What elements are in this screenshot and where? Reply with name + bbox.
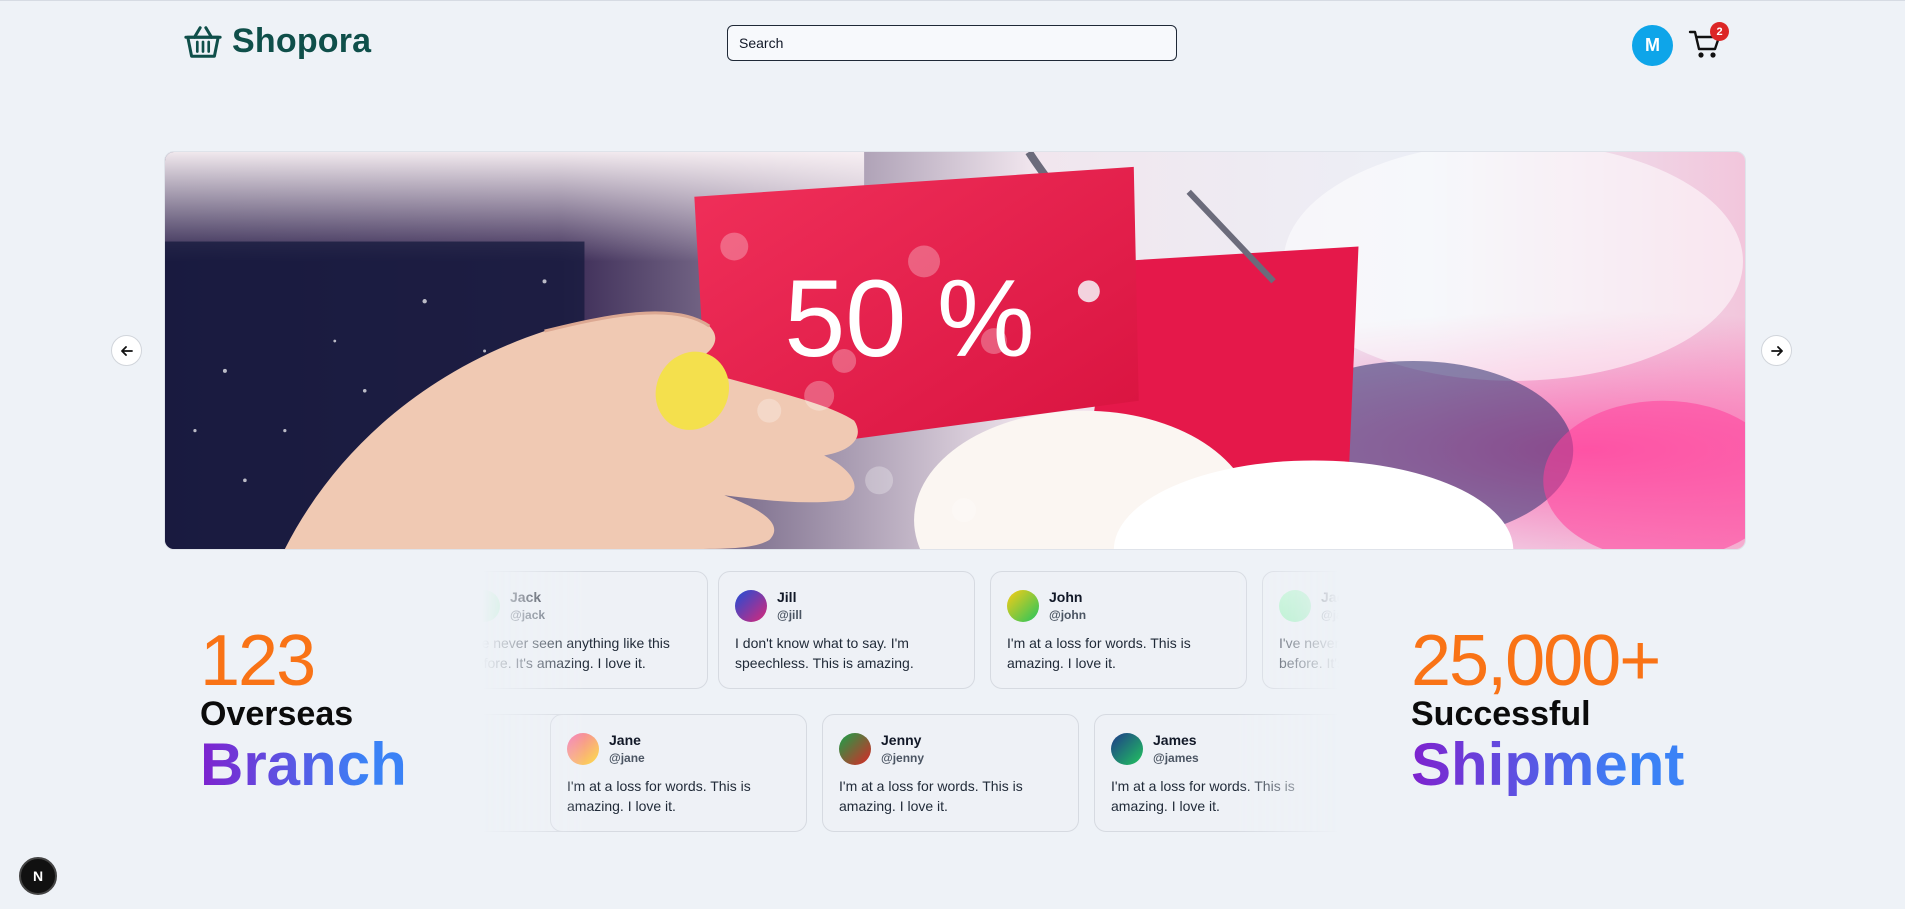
arrow-right-icon xyxy=(1770,345,1783,356)
brand-name: Shopora xyxy=(232,22,372,60)
testimonials-row-2: Jane @jane I'm at a loss for words. This… xyxy=(482,713,1339,833)
stat-number: 123 xyxy=(200,621,316,701)
stat-label: Successful xyxy=(1411,695,1591,733)
testimonials-row-1: Jack @jack I've never seen anything like… xyxy=(482,570,1339,690)
reviewer-handle: @jane xyxy=(609,751,645,765)
sale-tag-image: 50 % xyxy=(165,152,1745,549)
review-card[interactable]: James @james I'm at a loss for words. Th… xyxy=(1094,714,1339,832)
arrow-left-icon xyxy=(120,345,133,356)
review-text: I'm at a loss for words. This is amazing… xyxy=(1111,778,1295,814)
cart-count-badge: 2 xyxy=(1710,22,1729,41)
reviewer-name: Jenny xyxy=(881,732,922,748)
review-card[interactable]: Jack @jack I've never seen anything like… xyxy=(482,571,708,689)
brand-logo[interactable]: Shopora xyxy=(184,22,371,61)
review-card[interactable]: Jill @jill I don't know what to say. I'm… xyxy=(718,571,975,689)
cart-button[interactable]: 2 xyxy=(1688,22,1729,63)
carousel-next-button[interactable] xyxy=(1761,335,1792,366)
reviewer-avatar xyxy=(482,589,500,622)
stat-overseas-branch: 123 Overseas Branch xyxy=(200,625,407,796)
hero-banner[interactable]: 50 % xyxy=(164,151,1746,550)
reviewer-handle: @john xyxy=(1049,608,1087,622)
review-text: I'm at a loss for words. This is amazing… xyxy=(567,778,751,814)
testimonials-marquee: Jack @jack I've never seen anything like… xyxy=(482,570,1339,835)
review-card[interactable]: Jane @jane I'm at a loss for words. This… xyxy=(550,714,807,832)
review-card[interactable]: Jenny @jenny I'm at a loss for words. Th… xyxy=(822,714,1079,832)
reviewer-avatar xyxy=(839,732,871,765)
reviewer-name: Jane xyxy=(609,732,641,748)
review-text: I've never seen anything like this befor… xyxy=(1279,635,1339,671)
reviewer-handle: @jill xyxy=(777,608,803,622)
reviewer-name: John xyxy=(1049,589,1083,605)
stat-label: Overseas xyxy=(200,695,354,733)
reviewer-name: Jack xyxy=(1321,589,1339,605)
reviewer-handle: @jack xyxy=(510,608,546,622)
carousel-prev-button[interactable] xyxy=(111,335,142,366)
reviewer-avatar xyxy=(735,589,767,622)
stat-successful-shipment: 25,000+ Successful Shipment xyxy=(1411,625,1684,796)
reviewer-avatar xyxy=(1111,732,1143,765)
reviewer-name: James xyxy=(1153,732,1197,748)
reviewer-avatar xyxy=(567,732,599,765)
review-card[interactable]: John @john I'm at a loss for words. This… xyxy=(990,571,1247,689)
review-card[interactable]: Jack @jack I've never seen anything like… xyxy=(1262,571,1339,689)
reviewer-handle: @jack xyxy=(1321,608,1339,622)
reviewer-name: Jack xyxy=(510,589,542,605)
reviewer-handle: @james xyxy=(1153,751,1199,765)
site-header: Shopora M 2 xyxy=(0,0,1905,90)
reviewer-handle: @jenny xyxy=(881,751,925,765)
stat-number: 25,000+ xyxy=(1411,621,1661,701)
basket-icon xyxy=(184,25,222,58)
nextjs-devtools-button[interactable]: N xyxy=(19,857,57,895)
review-text: I'm at a loss for words. This is amazing… xyxy=(839,778,1023,814)
svg-text:50 %: 50 % xyxy=(784,258,1034,380)
user-avatar[interactable]: M xyxy=(1632,25,1673,66)
search-input[interactable] xyxy=(727,25,1177,61)
reviewer-avatar xyxy=(1279,589,1311,622)
review-text: I've never seen anything like this befor… xyxy=(482,635,670,671)
reviewer-avatar xyxy=(1007,589,1039,622)
stat-word: Shipment xyxy=(1411,730,1685,798)
review-text: I'm at a loss for words. This is amazing… xyxy=(1007,635,1191,671)
review-text: I don't know what to say. I'm speechless… xyxy=(735,635,914,671)
reviewer-name: Jill xyxy=(777,589,797,605)
stat-word: Branch xyxy=(200,730,407,798)
